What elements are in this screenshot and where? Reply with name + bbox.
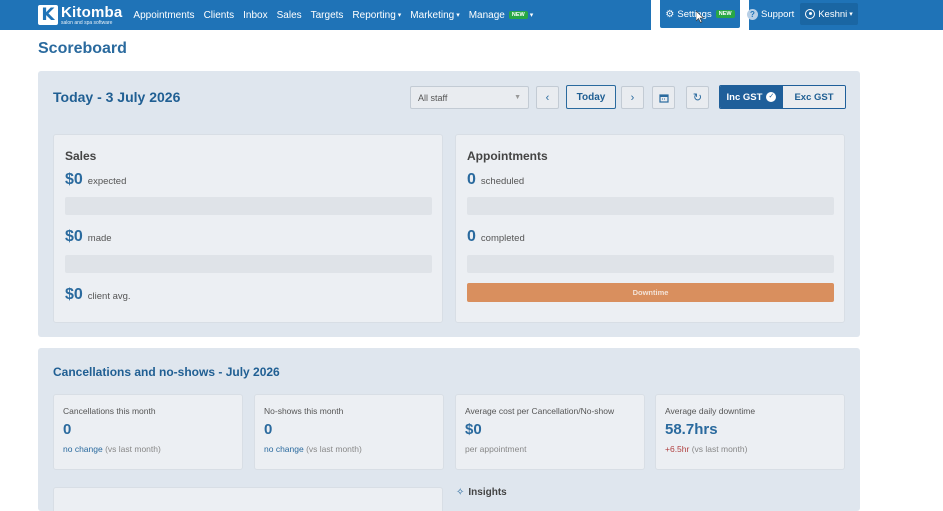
nav-appointments[interactable]: Appointments — [133, 10, 194, 21]
cancellations-panel: Cancellations and no-shows - July 2026 C… — [38, 348, 860, 511]
mouse-cursor-icon — [696, 11, 704, 23]
support-label: Support — [761, 8, 795, 20]
nav-reporting[interactable]: Reporting ▾ — [352, 10, 401, 21]
appointments-title: Appointments — [467, 149, 548, 163]
sales-card: Sales $0 expected $0 made $0 client avg. — [53, 134, 443, 323]
stat-no-shows: No-shows this month 0 no change (vs last… — [254, 394, 444, 470]
support-link[interactable]: ? Support — [747, 0, 794, 28]
gst-toggle: Inc GST ✓ Exc GST — [719, 85, 846, 109]
new-badge: NEW — [715, 10, 735, 18]
appointments-scheduled: 0 scheduled — [467, 171, 525, 188]
logo-k-icon: K — [38, 5, 58, 25]
chevron-down-icon: ▾ — [397, 12, 402, 19]
sales-expected: $0 expected — [65, 171, 127, 188]
gear-icon: ⚙ — [665, 8, 675, 20]
check-icon: ✓ — [766, 92, 777, 102]
exc-gst-button[interactable]: Exc GST — [783, 86, 845, 108]
cancellations-title: Cancellations and no-shows - July 2026 — [53, 365, 280, 379]
nav-manage[interactable]: Manage NEW ▾ — [469, 10, 534, 21]
chevron-down-icon: ▾ — [529, 12, 534, 19]
nav-marketing[interactable]: Marketing ▾ — [410, 10, 459, 21]
page-title: Scoreboard — [38, 40, 127, 57]
previous-day-button[interactable]: ‹ — [536, 86, 559, 109]
nav-sales[interactable]: Sales — [277, 10, 302, 21]
appointments-completed-bar — [467, 255, 834, 273]
insights-header: ✧ Insights — [456, 487, 507, 498]
today-button[interactable]: Today — [566, 85, 616, 109]
stat-average-downtime: Average daily downtime 58.7hrs +6.5hr (v… — [655, 394, 845, 470]
help-icon: ? — [747, 8, 758, 20]
scoreboard-panel: Today - 3 July 2026 All staff ▼ ‹ Today … — [38, 71, 860, 337]
downtime-bar: Downtime — [467, 283, 834, 302]
appointments-card: Appointments 0 scheduled 0 completed Dow… — [455, 134, 845, 323]
refresh-button[interactable]: ↻ — [686, 86, 709, 109]
refresh-icon: ↻ — [692, 92, 703, 104]
nav-inbox[interactable]: Inbox — [243, 10, 267, 21]
stat-average-cost: Average cost per Cancellation/No-show $0… — [455, 394, 645, 470]
user-name: Keshni — [818, 8, 848, 20]
logo-name: Kitomba — [61, 3, 123, 21]
user-menu[interactable]: Keshni ▾ — [800, 3, 858, 25]
next-day-button[interactable]: › — [621, 86, 644, 109]
kitomba-logo[interactable]: K Kitomba salon and spa software — [38, 0, 122, 30]
sales-client-avg: $0 client avg. — [65, 286, 131, 303]
logo-tagline: salon and spa software — [61, 19, 113, 26]
chevron-down-icon: ▾ — [849, 11, 853, 18]
settings-label: Settings — [677, 8, 712, 20]
sparkle-icon: ✧ — [456, 487, 465, 498]
appointments-scheduled-bar — [467, 197, 834, 215]
day-title: Today - 3 July 2026 — [53, 89, 181, 105]
chevron-down-icon: ▾ — [456, 12, 460, 19]
calendar-icon — [658, 93, 669, 103]
chevron-right-icon: › — [630, 91, 635, 104]
nav-targets[interactable]: Targets — [311, 10, 344, 21]
sales-made: $0 made — [65, 228, 112, 245]
chevron-down-icon: ▼ — [514, 94, 521, 101]
chevron-left-icon: ‹ — [545, 91, 550, 104]
main-nav: Appointments Clients Inbox Sales Targets… — [133, 10, 542, 21]
sales-expected-bar — [65, 197, 432, 215]
calendar-button[interactable] — [652, 86, 675, 109]
staff-select-value: All staff — [418, 92, 448, 103]
inc-gst-button[interactable]: Inc GST ✓ — [720, 86, 783, 108]
user-avatar-icon — [805, 9, 816, 19]
nav-clients[interactable]: Clients — [204, 10, 235, 21]
staff-select[interactable]: All staff ▼ — [410, 86, 529, 109]
appointments-completed: 0 completed — [467, 228, 525, 245]
sales-title: Sales — [65, 149, 97, 163]
stat-cancellations: Cancellations this month 0 no change (vs… — [53, 394, 243, 470]
sales-made-bar — [65, 255, 432, 273]
new-badge: NEW — [508, 11, 528, 19]
lower-left-card — [53, 487, 443, 511]
